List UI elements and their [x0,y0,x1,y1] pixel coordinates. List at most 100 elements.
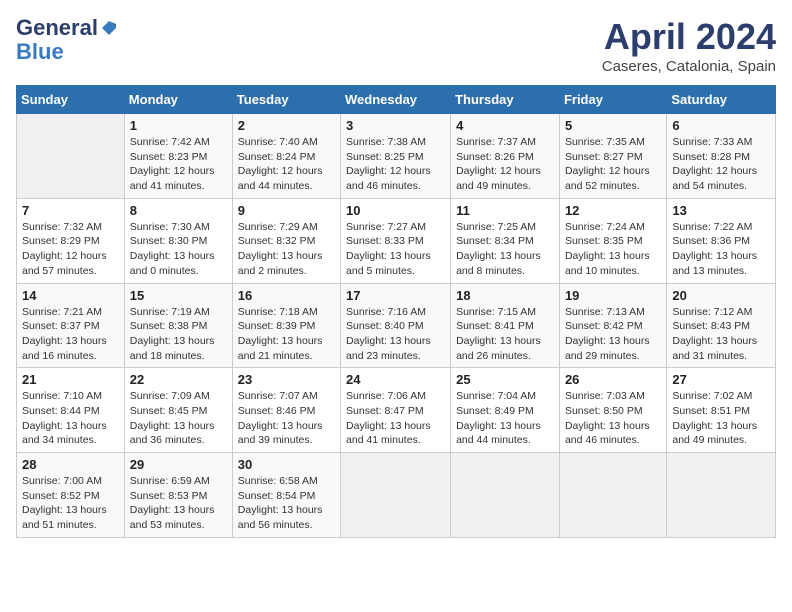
day-number: 14 [22,288,119,303]
col-header-monday: Monday [124,86,232,114]
day-cell: 22 Sunrise: 7:09 AMSunset: 8:45 PMDayligh… [124,368,232,453]
day-detail: Sunrise: 6:59 AMSunset: 8:53 PMDaylight:… [130,474,227,533]
day-number: 13 [672,203,770,218]
day-detail: Sunrise: 7:18 AMSunset: 8:39 PMDaylight:… [238,305,335,364]
calendar-table: SundayMondayTuesdayWednesdayThursdayFrid… [16,85,776,538]
day-number: 6 [672,118,770,133]
day-number: 16 [238,288,335,303]
week-row-5: 28 Sunrise: 7:00 AMSunset: 8:52 PMDayligh… [17,453,776,538]
day-cell: 1 Sunrise: 7:42 AMSunset: 8:23 PMDaylight… [124,114,232,199]
day-number: 5 [565,118,661,133]
subtitle: Caseres, Catalonia, Spain [602,58,776,75]
day-number: 9 [238,203,335,218]
day-detail: Sunrise: 7:29 AMSunset: 8:32 PMDaylight:… [238,220,335,279]
day-number: 10 [346,203,445,218]
day-cell: 18 Sunrise: 7:15 AMSunset: 8:41 PMDayligh… [451,283,560,368]
week-row-2: 7Sunrise: 7:32 AMSunset: 8:29 PMDaylight… [17,198,776,283]
day-cell [451,453,560,538]
day-number: 12 [565,203,661,218]
day-number: 28 [22,457,119,472]
day-cell: 7Sunrise: 7:32 AMSunset: 8:29 PMDaylight… [17,198,125,283]
logo: General Blue [16,16,118,64]
day-detail: Sunrise: 7:38 AMSunset: 8:25 PMDaylight:… [346,135,445,194]
day-cell: 24 Sunrise: 7:06 AMSunset: 8:47 PMDayligh… [341,368,451,453]
day-number: 20 [672,288,770,303]
day-number: 21 [22,372,119,387]
day-number: 25 [456,372,554,387]
main-title: April 2024 [602,16,776,58]
day-cell: 28 Sunrise: 7:00 AMSunset: 8:52 PMDayligh… [17,453,125,538]
day-number: 19 [565,288,661,303]
day-detail: Sunrise: 7:04 AMSunset: 8:49 PMDaylight:… [456,389,554,448]
day-number: 8 [130,203,227,218]
day-cell: 16 Sunrise: 7:18 AMSunset: 8:39 PMDayligh… [232,283,340,368]
col-header-friday: Friday [559,86,666,114]
day-cell: 11 Sunrise: 7:25 AMSunset: 8:34 PMDayligh… [451,198,560,283]
day-number: 26 [565,372,661,387]
day-detail: Sunrise: 7:02 AMSunset: 8:51 PMDaylight:… [672,389,770,448]
day-cell: 6 Sunrise: 7:33 AMSunset: 8:28 PMDaylight… [667,114,776,199]
day-detail: Sunrise: 7:09 AMSunset: 8:45 PMDaylight:… [130,389,227,448]
day-number: 1 [130,118,227,133]
col-header-wednesday: Wednesday [341,86,451,114]
day-cell: 2 Sunrise: 7:40 AMSunset: 8:24 PMDaylight… [232,114,340,199]
day-cell: 4Sunrise: 7:37 AMSunset: 8:26 PMDaylight… [451,114,560,199]
day-cell: 30 Sunrise: 6:58 AMSunset: 8:54 PMDayligh… [232,453,340,538]
day-detail: Sunrise: 7:00 AMSunset: 8:52 PMDaylight:… [22,474,119,533]
day-cell [17,114,125,199]
day-cell: 13 Sunrise: 7:22 AMSunset: 8:36 PMDayligh… [667,198,776,283]
day-detail: Sunrise: 7:30 AMSunset: 8:30 PMDaylight:… [130,220,227,279]
day-detail: Sunrise: 7:12 AMSunset: 8:43 PMDaylight:… [672,305,770,364]
day-cell: 10Sunrise: 7:27 AMSunset: 8:33 PMDayligh… [341,198,451,283]
day-detail: Sunrise: 7:24 AMSunset: 8:35 PMDaylight:… [565,220,661,279]
day-detail: Sunrise: 7:19 AMSunset: 8:38 PMDaylight:… [130,305,227,364]
day-detail: Sunrise: 7:33 AMSunset: 8:28 PMDaylight:… [672,135,770,194]
day-detail: Sunrise: 7:16 AMSunset: 8:40 PMDaylight:… [346,305,445,364]
day-cell: 20 Sunrise: 7:12 AMSunset: 8:43 PMDayligh… [667,283,776,368]
day-number: 3 [346,118,445,133]
day-detail: Sunrise: 6:58 AMSunset: 8:54 PMDaylight:… [238,474,335,533]
day-number: 30 [238,457,335,472]
day-number: 27 [672,372,770,387]
day-cell: 19Sunrise: 7:13 AMSunset: 8:42 PMDayligh… [559,283,666,368]
day-cell: 17 Sunrise: 7:16 AMSunset: 8:40 PMDayligh… [341,283,451,368]
week-row-1: 1 Sunrise: 7:42 AMSunset: 8:23 PMDaylight… [17,114,776,199]
day-cell: 15 Sunrise: 7:19 AMSunset: 8:38 PMDayligh… [124,283,232,368]
day-number: 18 [456,288,554,303]
day-detail: Sunrise: 7:22 AMSunset: 8:36 PMDaylight:… [672,220,770,279]
title-area: April 2024 Caseres, Catalonia, Spain [602,16,776,75]
col-header-tuesday: Tuesday [232,86,340,114]
day-cell: 12 Sunrise: 7:24 AMSunset: 8:35 PMDayligh… [559,198,666,283]
day-detail: Sunrise: 7:35 AMSunset: 8:27 PMDaylight:… [565,135,661,194]
col-header-sunday: Sunday [17,86,125,114]
day-number: 2 [238,118,335,133]
day-cell [341,453,451,538]
day-detail: Sunrise: 7:15 AMSunset: 8:41 PMDaylight:… [456,305,554,364]
day-number: 24 [346,372,445,387]
col-header-thursday: Thursday [451,86,560,114]
col-header-saturday: Saturday [667,86,776,114]
day-cell [667,453,776,538]
day-detail: Sunrise: 7:25 AMSunset: 8:34 PMDaylight:… [456,220,554,279]
day-cell: 9 Sunrise: 7:29 AMSunset: 8:32 PMDaylight… [232,198,340,283]
day-number: 15 [130,288,227,303]
day-number: 17 [346,288,445,303]
day-cell: 14Sunrise: 7:21 AMSunset: 8:37 PMDayligh… [17,283,125,368]
day-cell: 5 Sunrise: 7:35 AMSunset: 8:27 PMDaylight… [559,114,666,199]
day-number: 23 [238,372,335,387]
day-cell: 27 Sunrise: 7:02 AMSunset: 8:51 PMDayligh… [667,368,776,453]
week-row-3: 14Sunrise: 7:21 AMSunset: 8:37 PMDayligh… [17,283,776,368]
day-number: 22 [130,372,227,387]
day-detail: Sunrise: 7:40 AMSunset: 8:24 PMDaylight:… [238,135,335,194]
day-detail: Sunrise: 7:07 AMSunset: 8:46 PMDaylight:… [238,389,335,448]
page-header: General Blue April 2024 Caseres, Catalon… [16,16,776,75]
day-number: 7 [22,203,119,218]
day-detail: Sunrise: 7:06 AMSunset: 8:47 PMDaylight:… [346,389,445,448]
day-number: 11 [456,203,554,218]
week-row-4: 21Sunrise: 7:10 AMSunset: 8:44 PMDayligh… [17,368,776,453]
day-cell [559,453,666,538]
day-detail: Sunrise: 7:03 AMSunset: 8:50 PMDaylight:… [565,389,661,448]
day-detail: Sunrise: 7:42 AMSunset: 8:23 PMDaylight:… [130,135,227,194]
day-cell: 25 Sunrise: 7:04 AMSunset: 8:49 PMDayligh… [451,368,560,453]
day-cell: 23 Sunrise: 7:07 AMSunset: 8:46 PMDayligh… [232,368,340,453]
